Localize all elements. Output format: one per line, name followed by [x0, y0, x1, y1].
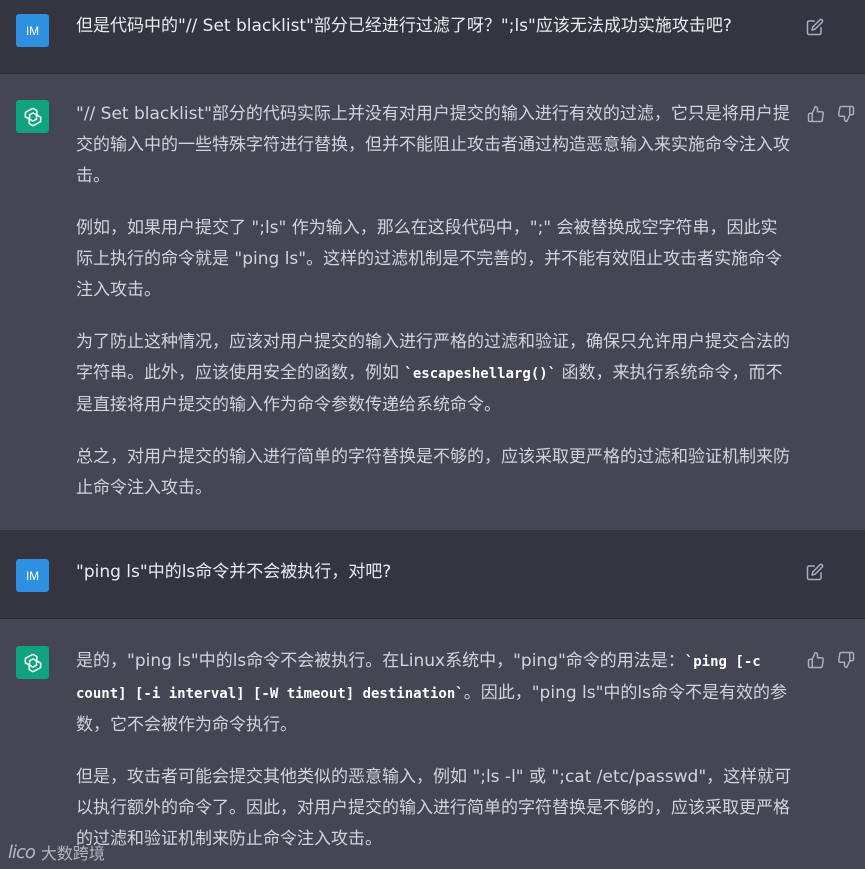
assistant-message-1: "// Set blacklist"部分的代码实际上并没有对用户提交的输入进行有…: [0, 74, 865, 530]
thumbs-up-icon[interactable]: [807, 105, 825, 123]
watermark-logo: lico: [8, 841, 36, 863]
assistant-message-text: 是的，"ping ls"中的ls命令不会被执行。在Linux系统中，"ping"…: [76, 646, 792, 855]
assistant-avatar: [16, 646, 49, 679]
edit-icon[interactable]: [806, 18, 824, 36]
assistant-avatar: [16, 100, 49, 133]
assistant-message-text: "// Set blacklist"部分的代码实际上并没有对用户提交的输入进行有…: [76, 99, 792, 504]
inline-code: `escapeshellarg()`: [404, 366, 557, 382]
assistant-message-2: 是的，"ping ls"中的ls命令不会被执行。在Linux系统中，"ping"…: [0, 619, 865, 869]
thumbs-down-icon[interactable]: [837, 105, 855, 123]
thumbs-up-icon[interactable]: [807, 651, 825, 669]
openai-logo-icon: [24, 653, 41, 672]
paragraph: "// Set blacklist"部分的代码实际上并没有对用户提交的输入进行有…: [76, 104, 790, 186]
thumbs-down-icon[interactable]: [837, 651, 855, 669]
paragraph: 例如，如果用户提交了 ";ls" 作为输入，那么在这段代码中，";" 会被替换成…: [76, 218, 783, 300]
paragraph: 为了防止这种情况，应该对用户提交的输入进行严格的过滤和验证，确保只允许用户提交合…: [76, 332, 790, 415]
edit-icon[interactable]: [806, 563, 824, 581]
paragraph: 是的，"ping ls"中的ls命令不会被执行。在Linux系统中，"ping"…: [76, 651, 788, 735]
paragraph: 但是，攻击者可能会提交其他类似的恶意输入，例如 ";ls -l" 或 ";cat…: [76, 767, 792, 849]
user-avatar: IM: [16, 559, 49, 592]
watermark: lico 大数跨境: [8, 840, 105, 864]
openai-logo-icon: [24, 107, 41, 126]
user-avatar: IM: [16, 14, 49, 47]
watermark-label: 大数跨境: [40, 844, 105, 863]
user-message-2: IM "ping ls"中的ls命令并不会被执行，对吧?: [0, 530, 865, 618]
user-message-text: 但是代码中的"// Set blacklist"部分已经进行过滤了呀？";ls"…: [76, 16, 732, 36]
user-message-text: "ping ls"中的ls命令并不会被执行，对吧?: [76, 562, 392, 582]
paragraph: 总之，对用户提交的输入进行简单的字符替换是不够的，应该采取更严格的过滤和验证机制…: [76, 447, 790, 498]
user-message-1: IM 但是代码中的"// Set blacklist"部分已经进行过滤了呀？";…: [0, 0, 865, 73]
